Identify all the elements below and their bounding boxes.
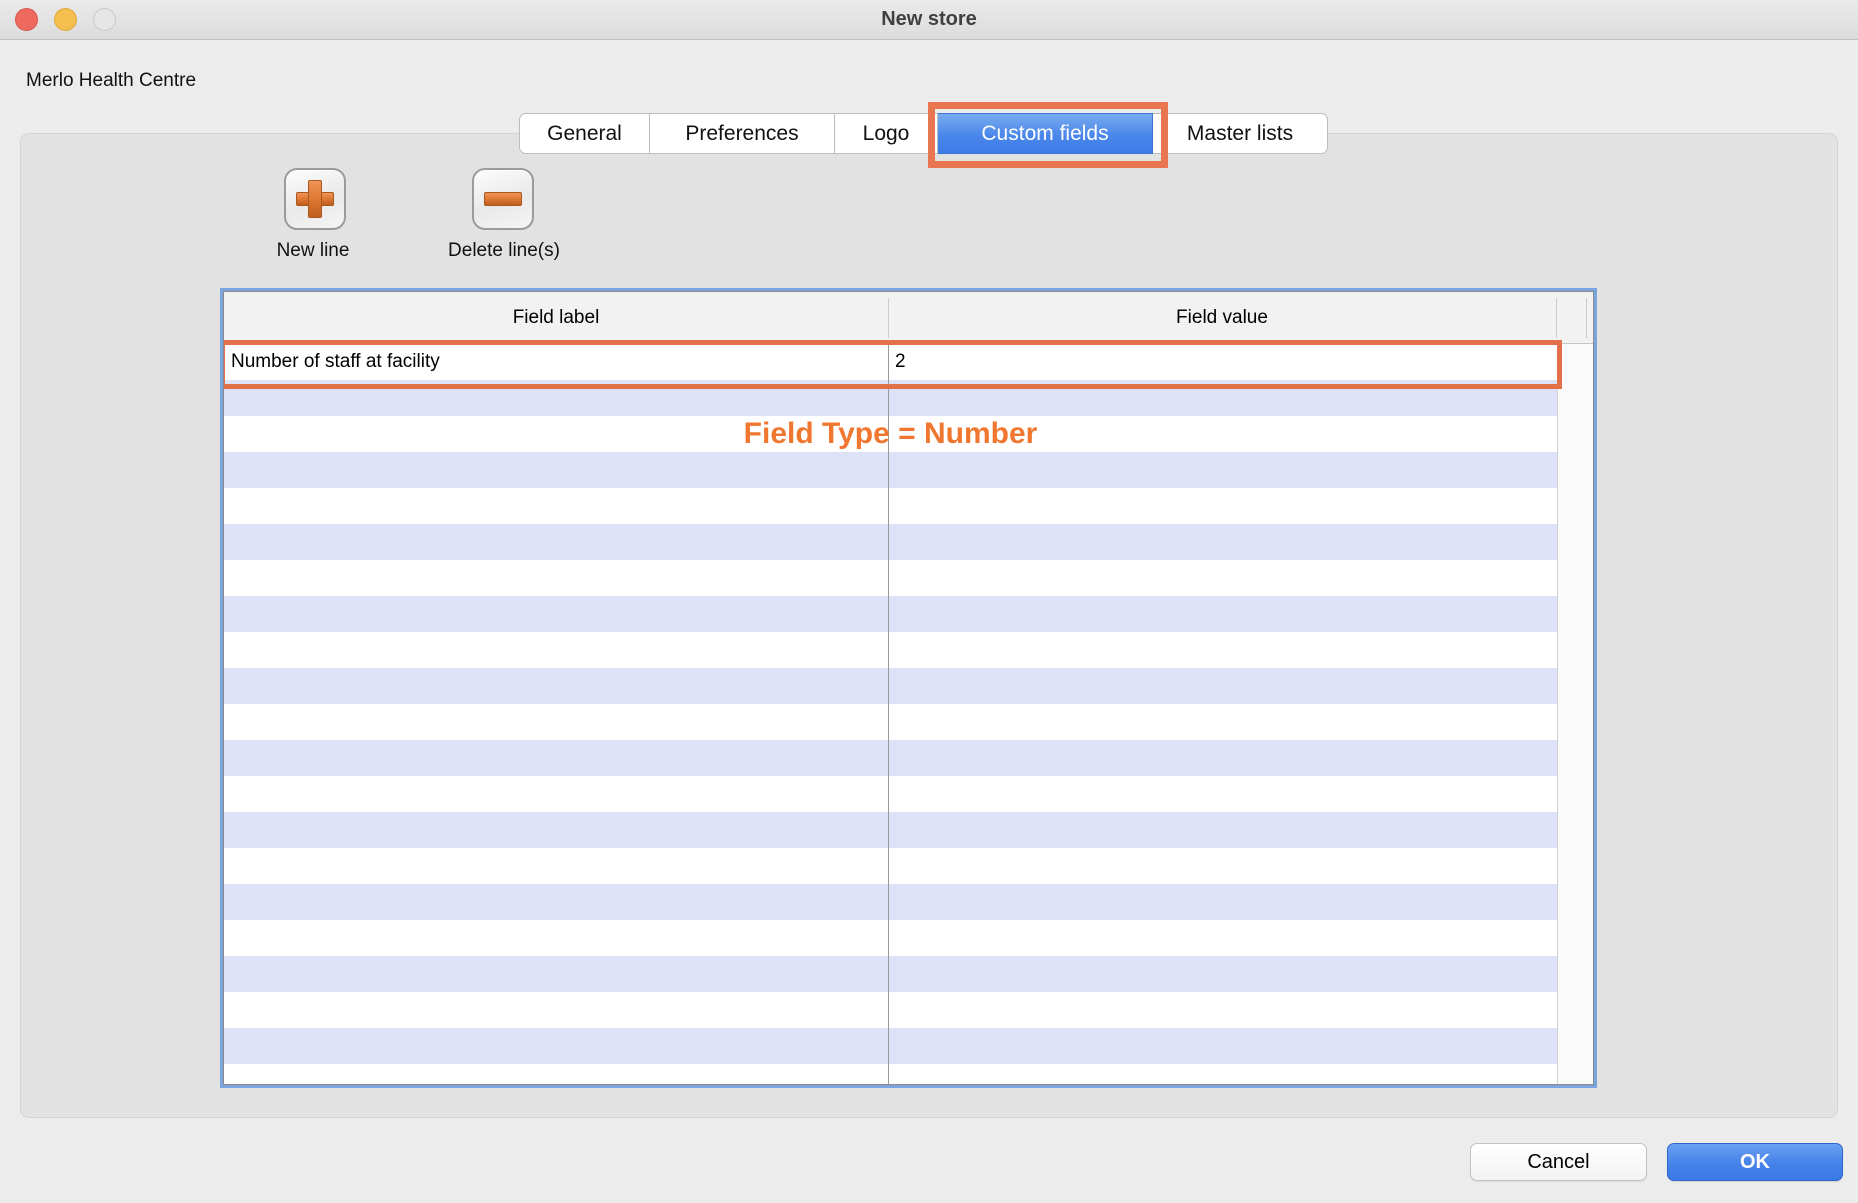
table-header: Field label Field value [224,292,1593,344]
table-row-empty[interactable] [224,848,1557,884]
column-divider-handle[interactable] [1586,298,1587,338]
delete-line-label: Delete line(s) [424,240,584,262]
table-row-empty[interactable] [224,704,1557,740]
column-divider-line [888,344,889,1084]
table-row-empty[interactable] [224,632,1557,668]
tab-logo[interactable]: Logo [835,113,938,154]
column-header-field-value[interactable]: Field value [888,292,1556,344]
vertical-scrollbar-track[interactable] [1557,344,1592,1084]
tab-general[interactable]: General [519,113,650,154]
ok-button[interactable]: OK [1667,1143,1843,1181]
cancel-button[interactable]: Cancel [1470,1143,1647,1181]
plus-icon [296,180,334,218]
table-row-empty[interactable] [224,1064,1557,1085]
tab-bar: General Preferences Logo Custom fields M… [519,113,1328,154]
column-divider-handle[interactable] [1556,298,1557,338]
table-row-empty[interactable] [224,524,1557,560]
store-name-label: Merlo Health Centre [26,70,196,92]
window-title: New store [0,8,1858,31]
table-row-empty[interactable] [224,560,1557,596]
title-bar: New store [0,0,1858,40]
table-row-empty[interactable] [224,668,1557,704]
table-body: Number of staff at facility 2 [224,344,1557,1084]
tab-master-lists[interactable]: Master lists [1153,113,1328,154]
new-line-button[interactable] [284,168,346,230]
table-row-empty[interactable] [224,488,1557,524]
table-row[interactable]: Number of staff at facility 2 [224,344,1557,380]
table-row-empty[interactable] [224,920,1557,956]
tab-preferences[interactable]: Preferences [650,113,835,154]
table-row-empty[interactable] [224,380,1557,416]
table-inner: Field label Field value Number of staff … [223,291,1594,1085]
custom-fields-table: Field label Field value Number of staff … [220,288,1597,1088]
table-row-empty[interactable] [224,596,1557,632]
table-row-empty[interactable] [224,812,1557,848]
new-line-label: New line [243,240,383,262]
table-row-empty[interactable] [224,956,1557,992]
column-header-field-label[interactable]: Field label [224,292,888,344]
table-row-empty[interactable] [224,992,1557,1028]
table-row-empty[interactable] [224,740,1557,776]
field-label-cell[interactable]: Number of staff at facility [224,344,888,380]
tab-custom-fields[interactable]: Custom fields [938,113,1153,154]
table-row-empty[interactable] [224,1028,1557,1064]
field-value-cell[interactable]: 2 [888,344,1557,380]
minus-icon [484,180,522,218]
field-type-annotation: Field Type = Number [224,416,1557,452]
table-row-empty[interactable] [224,884,1557,920]
table-row-empty[interactable] [224,452,1557,488]
column-divider-handle[interactable] [888,298,889,338]
table-row-empty[interactable] [224,776,1557,812]
delete-line-button[interactable] [472,168,534,230]
